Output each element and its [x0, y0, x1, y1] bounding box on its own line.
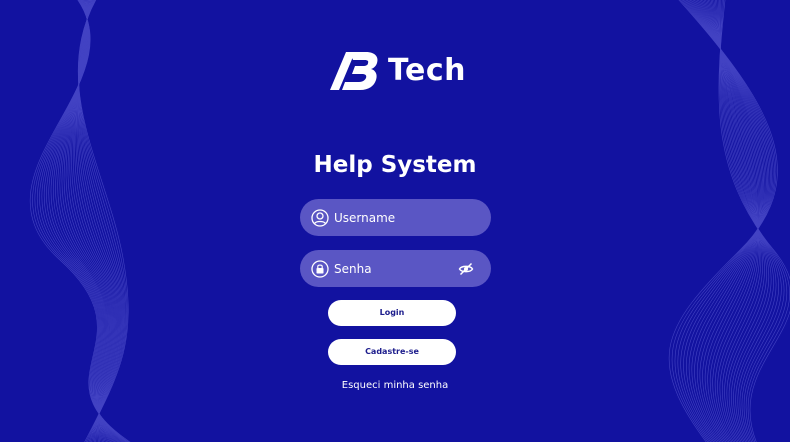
password-input[interactable] — [334, 261, 454, 276]
logo-mark — [330, 52, 378, 90]
logo-text: Tech — [388, 52, 466, 88]
forgot-password-link[interactable]: Esqueci minha senha — [0, 380, 790, 391]
password-field[interactable] — [300, 250, 491, 287]
signup-button[interactable]: Cadastre-se — [328, 339, 456, 365]
logo: Tech — [328, 48, 468, 92]
username-input[interactable] — [334, 210, 454, 225]
eye-slash-icon[interactable] — [458, 261, 474, 277]
page-title: Help System — [313, 152, 477, 178]
login-button[interactable]: Login — [328, 300, 456, 326]
user-icon — [311, 208, 329, 227]
lock-icon — [311, 259, 329, 278]
username-field[interactable] — [300, 199, 491, 236]
